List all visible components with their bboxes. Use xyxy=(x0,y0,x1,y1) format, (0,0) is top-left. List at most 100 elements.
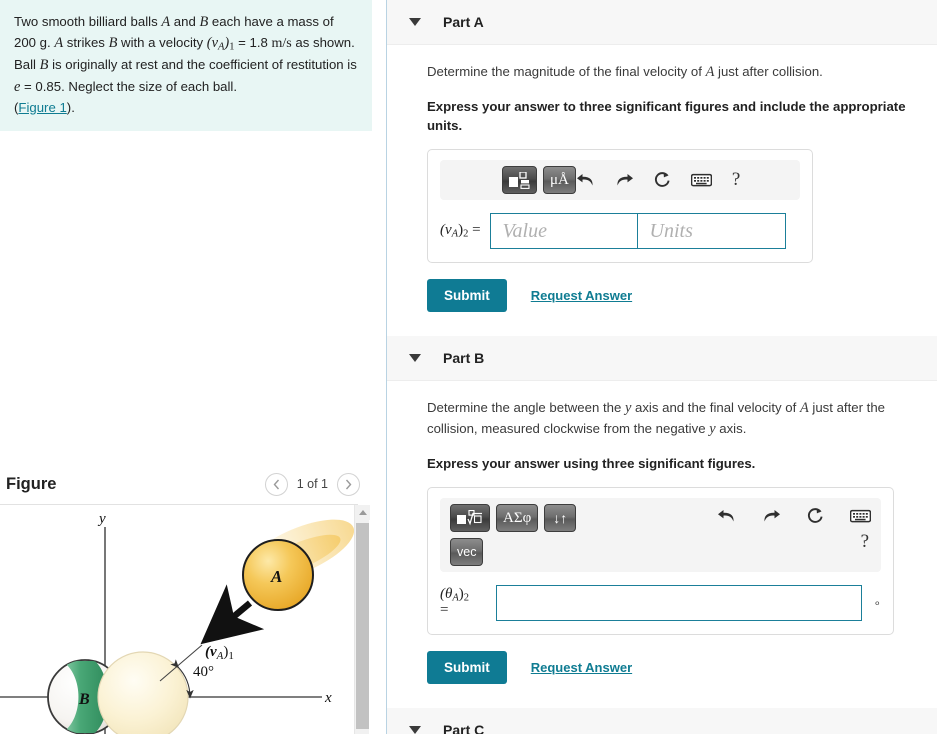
vec-button[interactable]: vec xyxy=(450,538,484,567)
label-equals: = xyxy=(468,222,481,239)
angle-label: 40° xyxy=(193,664,214,680)
keyboard-button[interactable] xyxy=(850,509,871,523)
redo-button[interactable] xyxy=(615,172,634,188)
undo-icon xyxy=(718,510,734,522)
velocity-label: (vA)1 xyxy=(205,644,234,662)
figure-scrollbar[interactable] xyxy=(354,505,370,734)
reset-button[interactable] xyxy=(654,171,671,189)
ball-a-symbol: A xyxy=(161,14,171,30)
part-a-value-input[interactable]: Value xyxy=(489,213,638,250)
part-b-answer-input[interactable] xyxy=(495,585,863,622)
part-b-answer-label: (θA)2 = xyxy=(440,585,487,619)
part-b-instruction: Express your answer using three signific… xyxy=(427,455,756,471)
ball-a: A xyxy=(242,539,314,611)
part-a-title: Part A xyxy=(443,14,484,30)
help-button[interactable]: ? xyxy=(861,531,869,553)
figure-prev-button[interactable] xyxy=(264,472,288,496)
problem-text-part: = 1.8 xyxy=(234,35,272,51)
scrollbar-thumb[interactable] xyxy=(356,523,369,729)
units-placeholder: Units xyxy=(649,219,693,242)
help-button[interactable]: ? xyxy=(732,169,740,191)
ball-b-label: B xyxy=(78,691,90,708)
prompt-variable-a: A xyxy=(799,400,809,417)
part-c-header[interactable]: Part C xyxy=(387,708,937,734)
figure-next-button[interactable] xyxy=(337,472,360,496)
problem-text-part: strikes xyxy=(63,35,109,51)
reset-button[interactable] xyxy=(807,507,824,525)
prompt-text: axis and the final velocity of xyxy=(631,400,800,416)
part-b-prompt: Determine the angle between the y axis a… xyxy=(427,398,919,440)
prompt-text: just after collision. xyxy=(714,64,823,79)
degree-unit-label: ∘ xyxy=(873,595,881,610)
figure-panel-title: Figure xyxy=(6,474,57,493)
problem-text-part: and xyxy=(170,14,200,29)
billiard-collision-diagram: x y B A (vA)1 40° xyxy=(0,511,354,734)
part-b-answer-box: ΑΣφ ↓↑ vec ? (θA)2 = ∘ xyxy=(427,487,894,636)
problem-text: Two smooth billiard balls A and B each h… xyxy=(14,12,358,118)
part-b-toolbar: ΑΣφ ↓↑ vec ? xyxy=(440,498,881,573)
part-a-answer-label: (vA)2 = xyxy=(440,222,481,240)
part-a-toolbar: μÅ ? xyxy=(440,160,800,201)
caret-down-icon xyxy=(409,726,421,734)
part-a-toolbar-right: ? xyxy=(576,166,740,191)
velocity-units: m/s xyxy=(271,36,292,52)
greek-symbols-button[interactable]: ΑΣφ xyxy=(496,504,539,533)
template-icon-button[interactable] xyxy=(502,166,537,195)
redo-button[interactable] xyxy=(762,508,781,524)
problem-text-part: is originally at rest and the coefficien… xyxy=(48,57,357,73)
undo-button[interactable] xyxy=(576,172,595,188)
keyboard-icon xyxy=(850,509,871,523)
part-b-submit-button[interactable]: Submit xyxy=(427,651,507,685)
ghost-ball xyxy=(97,651,189,734)
chevron-left-icon xyxy=(273,479,279,489)
x-axis-label: x xyxy=(324,690,332,706)
part-c-title: Part C xyxy=(443,722,485,734)
part-a-submit-row: Submit Request Answer xyxy=(427,279,919,313)
problem-text-part: = 0.85. Neglect the size of each ball. xyxy=(20,78,238,94)
label-index: 2 xyxy=(463,592,470,604)
part-b-body: Determine the angle between the y axis a… xyxy=(387,381,937,685)
reset-icon xyxy=(807,508,823,523)
ball-a-label: A xyxy=(270,567,282,586)
part-a-toolbar-left: μÅ xyxy=(502,166,576,195)
problem-text-part: Two smooth billiard balls xyxy=(14,14,162,29)
label-theta: (θ xyxy=(440,585,453,602)
label-v: (v xyxy=(440,222,452,239)
part-a-answer-box: μÅ ? (vA)2 = Value Units xyxy=(427,149,813,264)
part-b-submit-row: Submit Request Answer xyxy=(427,651,919,685)
right-panel: Part A Determine the magnitude of the fi… xyxy=(387,0,937,734)
prompt-text: Determine the magnitude of the final vel… xyxy=(427,64,706,79)
part-a-submit-button[interactable]: Submit xyxy=(427,279,507,313)
redo-icon xyxy=(617,174,633,186)
part-b-title: Part B xyxy=(443,350,485,367)
keyboard-button[interactable] xyxy=(690,173,712,187)
part-b-toolbar-left: ΑΣφ ↓↑ vec xyxy=(450,504,600,567)
chevron-right-icon xyxy=(345,479,352,489)
units-button[interactable]: μÅ xyxy=(543,166,576,195)
part-b-toolbar-icons xyxy=(717,507,871,525)
part-a-header[interactable]: Part A xyxy=(387,0,937,45)
figure-1-link[interactable]: Figure 1 xyxy=(18,100,66,115)
arrows-button[interactable]: ↓↑ xyxy=(544,504,577,533)
sqrt-template-icon xyxy=(457,509,482,525)
prompt-text: axis. xyxy=(715,421,747,437)
part-a-request-answer-link[interactable]: Request Answer xyxy=(531,288,632,303)
part-a-prompt: Determine the magnitude of the final vel… xyxy=(427,62,919,83)
part-b-toolbar-right: ? xyxy=(717,504,871,553)
problem-text-part: with a velocity xyxy=(117,35,207,51)
part-b-request-answer-link[interactable]: Request Answer xyxy=(531,660,632,675)
part-a-input-row: (vA)2 = Value Units xyxy=(440,213,800,250)
left-panel: Two smooth billiard balls A and B each h… xyxy=(0,0,387,734)
undo-button[interactable] xyxy=(717,508,736,524)
figure-pager: 1 of 1 xyxy=(264,472,360,496)
sqrt-template-button[interactable] xyxy=(450,504,490,533)
part-b-header[interactable]: Part B xyxy=(387,336,937,382)
triangle-up-icon xyxy=(358,510,367,515)
problem-statement: Two smooth billiard balls A and B each h… xyxy=(0,0,372,131)
part-b-input-row: (θA)2 = ∘ xyxy=(440,585,881,622)
caret-down-icon xyxy=(409,18,421,26)
part-a-units-input[interactable]: Units xyxy=(637,213,786,250)
scroll-up-button[interactable] xyxy=(355,505,370,520)
velocity-arrow xyxy=(200,584,265,645)
page-root: Two smooth billiard balls A and B each h… xyxy=(0,0,937,734)
